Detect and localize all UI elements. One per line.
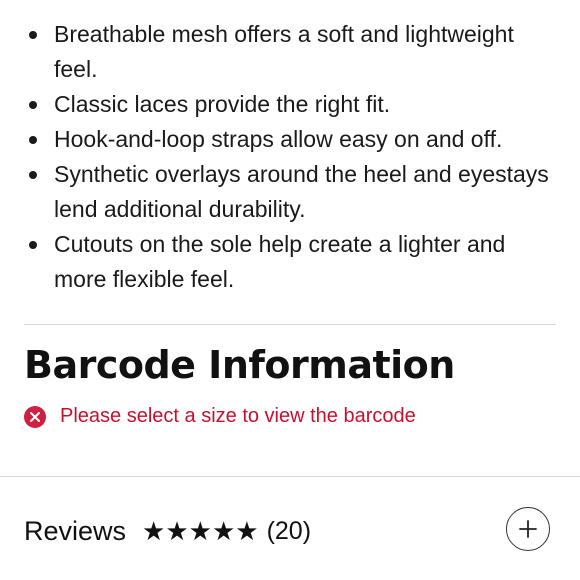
expand-reviews-button[interactable] <box>506 507 550 551</box>
barcode-section-title: Barcode Information <box>24 343 455 387</box>
section-divider <box>24 324 556 325</box>
feature-item: Cutouts on the sole help create a lighte… <box>0 227 560 297</box>
reviews-accordion-header[interactable]: Reviews ★★★★★ (20) <box>24 503 556 559</box>
feature-text: Hook-and-loop straps allow easy on and o… <box>54 126 503 152</box>
feature-item: Synthetic overlays around the heel and e… <box>0 157 560 227</box>
feature-text: Breathable mesh offers a soft and lightw… <box>54 21 514 82</box>
bullet-icon <box>29 171 37 179</box>
bullet-icon <box>29 31 37 39</box>
star-rating-icon: ★★★★★ <box>142 515 259 546</box>
feature-item: Classic laces provide the right fit. <box>0 87 560 122</box>
features-list: Breathable mesh offers a soft and lightw… <box>0 17 560 297</box>
review-count: (20) <box>266 516 312 545</box>
bullet-icon <box>29 101 37 109</box>
error-x-circle-icon <box>24 405 46 428</box>
bullet-icon <box>29 136 37 144</box>
feature-text: Classic laces provide the right fit. <box>54 91 391 117</box>
product-details-page: Breathable mesh offers a soft and lightw… <box>0 0 580 580</box>
section-divider <box>0 476 580 477</box>
bullet-icon <box>29 241 37 249</box>
barcode-error-message: Please select a size to view the barcode <box>24 405 416 428</box>
feature-text: Cutouts on the sole help create a lighte… <box>54 231 506 292</box>
feature-item: Hook-and-loop straps allow easy on and o… <box>0 122 560 157</box>
error-text: Please select a size to view the barcode <box>60 405 416 427</box>
reviews-label: Reviews <box>24 515 127 546</box>
plus-icon <box>519 520 537 538</box>
feature-item: Breathable mesh offers a soft and lightw… <box>0 17 560 87</box>
feature-text: Synthetic overlays around the heel and e… <box>54 161 549 222</box>
